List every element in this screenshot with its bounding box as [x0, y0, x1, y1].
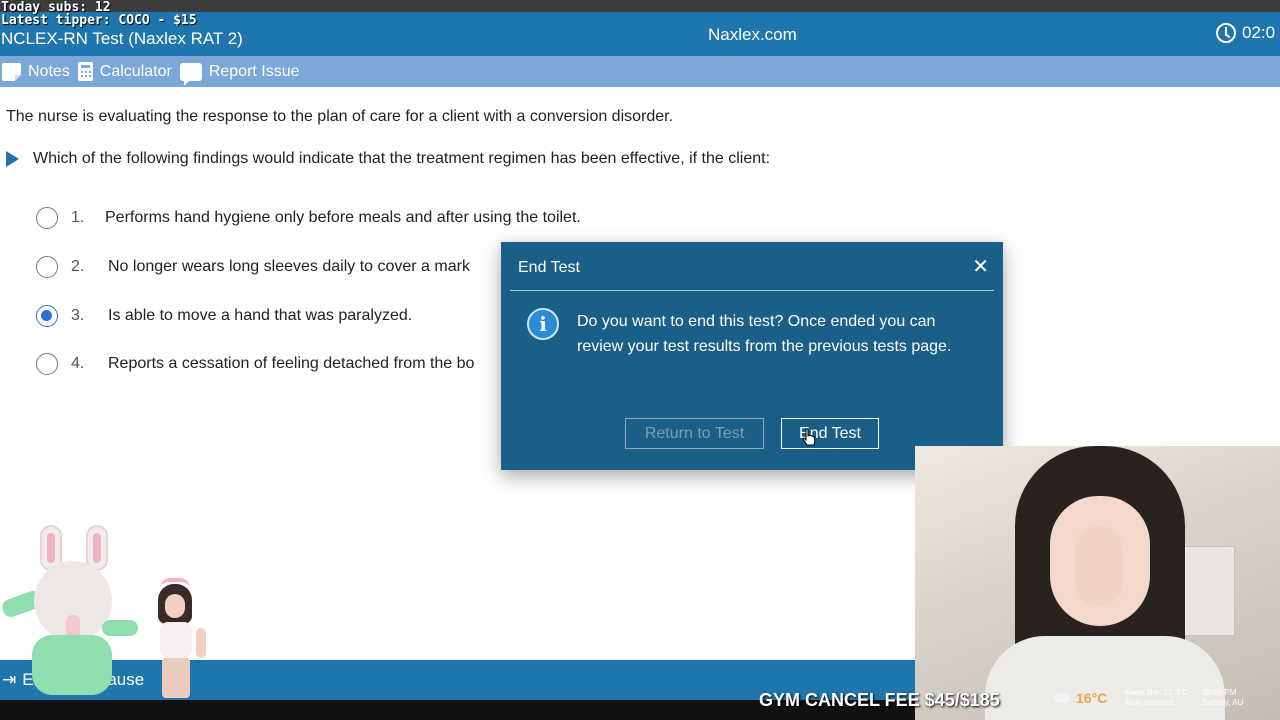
- end-test-dialog: End Test ✕ i Do you want to end this tes…: [501, 242, 1003, 470]
- option-number: 3.: [71, 307, 85, 324]
- latest-tipper-overlay: Latest tipper: COCO - $15: [1, 13, 197, 28]
- close-icon[interactable]: ✕: [972, 254, 989, 279]
- option-text: Performs hand hygiene only before meals …: [105, 209, 581, 226]
- weather-condition: Rain showers: [1125, 698, 1174, 707]
- stream-top-strip: [0, 0, 1280, 12]
- answer-option-1[interactable]: 1. Performs hand hygiene only before mea…: [36, 207, 581, 229]
- site-name: Naxlex.com: [708, 25, 797, 44]
- option-number: 2.: [71, 258, 85, 275]
- arrow-right-icon: [6, 151, 19, 167]
- dancer-body: [160, 622, 192, 658]
- option-number: 4.: [71, 355, 85, 372]
- dialog-title: End Test: [518, 259, 580, 276]
- end-test-button[interactable]: End Test: [781, 418, 879, 449]
- webcam-person-hand: [1075, 526, 1123, 606]
- question-prompt-text: Which of the following findings would in…: [33, 150, 771, 167]
- option-text: Reports a cessation of feeling detached …: [108, 355, 475, 372]
- notes-icon: [2, 62, 21, 81]
- answer-option-2[interactable]: 2. No longer wears long sleeves daily to…: [36, 256, 470, 278]
- weather-details: Feels like: 13.3°C Rain showers: [1125, 688, 1188, 708]
- bunny-mascot-sticker: [0, 525, 142, 705]
- weather-location: Sydney, AU: [1202, 698, 1244, 707]
- radio-button[interactable]: [36, 353, 58, 375]
- dancer-sticker: [140, 578, 210, 700]
- question-prompt: Which of the following findings would in…: [6, 150, 770, 168]
- dialog-message: Do you want to end this test? Once ended…: [577, 313, 952, 355]
- radio-button-selected[interactable]: [36, 305, 58, 327]
- clock-icon: [1216, 23, 1236, 43]
- notes-label: Notes: [28, 62, 70, 80]
- return-to-test-button[interactable]: Return to Test: [625, 418, 764, 449]
- calculator-icon: [77, 62, 93, 81]
- test-timer: 02:0: [1216, 23, 1275, 43]
- weather-time: 05:56 PM: [1202, 688, 1237, 697]
- weather-widget: 16°C Feels like: 13.3°C Rain showers 05:…: [1054, 688, 1243, 708]
- timer-value: 02:0: [1242, 23, 1276, 42]
- answer-option-4[interactable]: 4. Reports a cessation of feeling detach…: [36, 353, 474, 375]
- stream-ticker: GYM CANCEL FEE $45/$185: [759, 690, 1000, 710]
- test-toolbar: Notes Calculator Report Issue: [0, 56, 1280, 87]
- option-text: No longer wears long sleeves daily to co…: [108, 258, 470, 275]
- webcam-feed: [915, 446, 1280, 720]
- dancer-legs: [162, 658, 190, 698]
- bunny-arm: [102, 620, 138, 636]
- notes-button[interactable]: Notes: [0, 62, 70, 81]
- question-stem: The nurse is evaluating the response to …: [6, 108, 674, 125]
- option-number: 1.: [71, 209, 85, 226]
- weather-feels-like: Feels like: 13.3°C: [1125, 688, 1189, 697]
- dancer-arm: [196, 628, 206, 658]
- calculator-label: Calculator: [99, 62, 172, 80]
- radio-button[interactable]: [36, 207, 58, 229]
- test-title: NCLEX-RN Test (Naxlex RAT 2): [1, 29, 243, 48]
- report-issue-button[interactable]: Report Issue: [179, 62, 300, 86]
- weather-time-location: 05:56 PM Sydney, AU: [1202, 688, 1243, 708]
- weather-temp: 16°C: [1076, 690, 1108, 706]
- option-text: Is able to move a hand that was paralyze…: [108, 307, 413, 324]
- cloud-icon: [1054, 693, 1070, 703]
- report-issue-label: Report Issue: [208, 62, 300, 80]
- info-icon: i: [527, 308, 559, 340]
- calculator-button[interactable]: Calculator: [77, 62, 172, 81]
- dancer-face: [165, 594, 185, 618]
- hand-cursor-icon: [802, 428, 816, 446]
- bunny-body: [32, 635, 112, 695]
- chat-bubble-icon: [179, 62, 202, 86]
- radio-button[interactable]: [36, 256, 58, 278]
- answer-option-3[interactable]: 3. Is able to move a hand that was paral…: [36, 305, 412, 327]
- dialog-divider: [510, 290, 994, 291]
